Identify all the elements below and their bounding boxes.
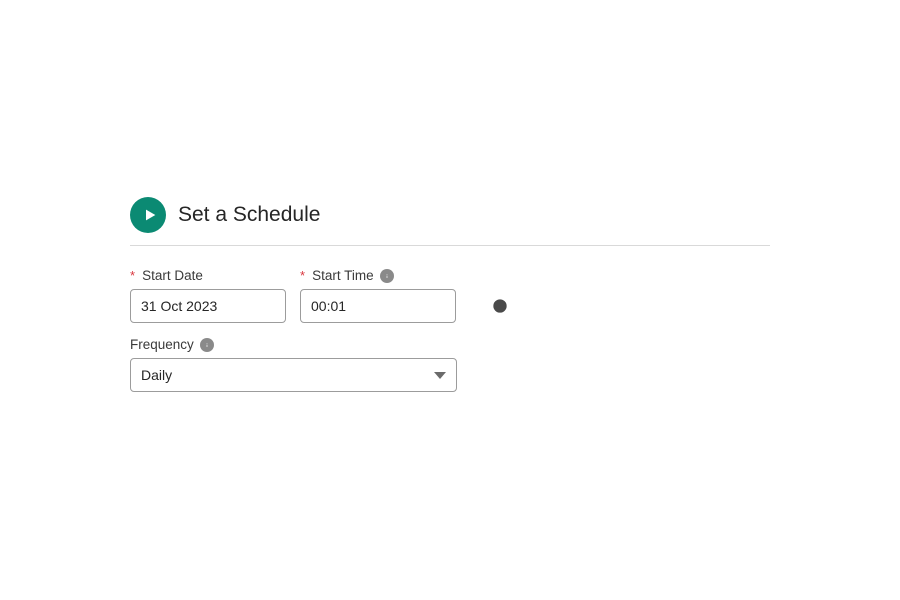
- start-date-input[interactable]: [130, 289, 286, 323]
- clock-icon[interactable]: [492, 298, 508, 314]
- start-time-input[interactable]: [300, 289, 456, 323]
- start-date-label: Start Date: [142, 268, 203, 283]
- start-date-value[interactable]: [141, 298, 322, 314]
- start-time-group: * Start Time: [300, 268, 456, 323]
- frequency-value: Daily: [141, 367, 434, 383]
- section-header: Set a Schedule: [130, 197, 770, 246]
- play-icon: [130, 197, 166, 233]
- form-row-1: * Start Date * Start Time: [130, 268, 770, 323]
- schedule-section: Set a Schedule * Start Date: [130, 197, 770, 406]
- required-star: *: [130, 268, 135, 283]
- start-date-group: * Start Date: [130, 268, 286, 323]
- frequency-select[interactable]: Daily: [130, 358, 457, 392]
- chevron-down-icon: [434, 372, 446, 379]
- form-row-2: Frequency Daily: [130, 337, 770, 392]
- start-time-value[interactable]: [311, 298, 492, 314]
- section-title: Set a Schedule: [178, 203, 320, 227]
- required-star: *: [300, 268, 305, 283]
- info-icon[interactable]: [200, 338, 214, 352]
- info-icon[interactable]: [380, 269, 394, 283]
- start-time-label: Start Time: [312, 268, 374, 283]
- start-date-label-row: * Start Date: [130, 268, 286, 283]
- start-time-label-row: * Start Time: [300, 268, 456, 283]
- frequency-label-row: Frequency: [130, 337, 457, 352]
- frequency-label: Frequency: [130, 337, 194, 352]
- frequency-group: Frequency Daily: [130, 337, 457, 392]
